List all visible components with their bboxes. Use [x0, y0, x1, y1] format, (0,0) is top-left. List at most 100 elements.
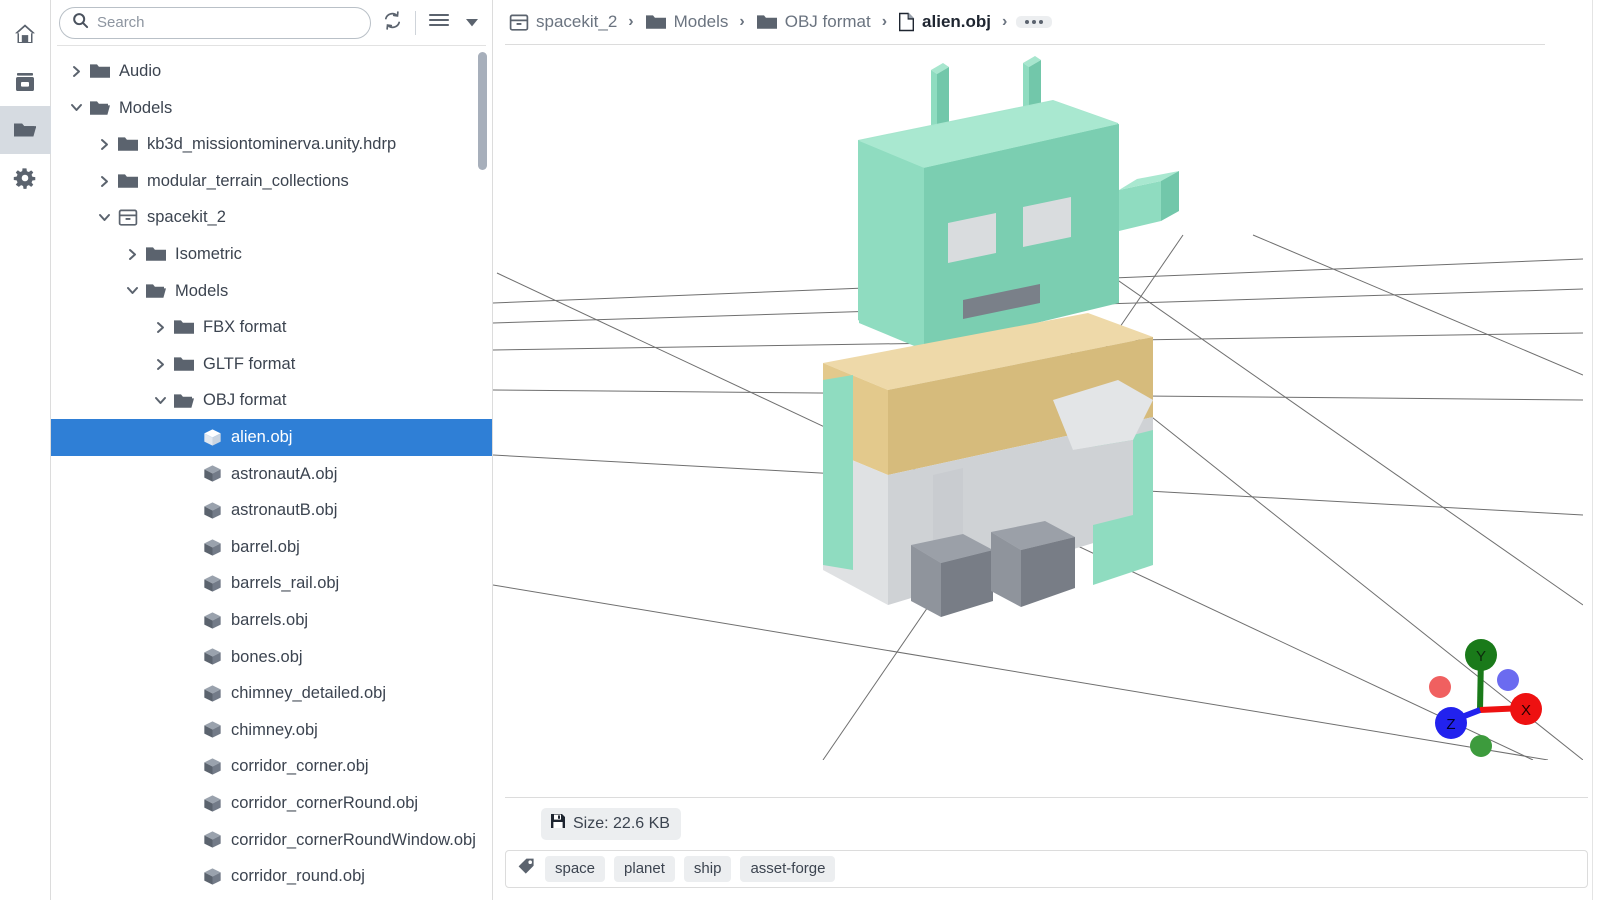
breadcrumb-item[interactable]: alien.obj: [894, 9, 995, 35]
menu-dropdown-button[interactable]: [460, 14, 484, 32]
model-viewport-3d[interactable]: Y X Z: [493, 45, 1600, 797]
breadcrumb-label: Models: [673, 12, 729, 31]
tree-row-label: corridor_cornerRoundWindow.obj: [231, 830, 476, 849]
gizmo-neg-x-dot: [1429, 676, 1451, 698]
chevron-right-icon[interactable]: [149, 358, 171, 371]
tree-row[interactable]: astronautA.obj: [51, 456, 492, 493]
model-cube-icon: [199, 611, 225, 630]
tree-row-label: modular_terrain_collections: [147, 171, 349, 190]
refresh-button[interactable]: [377, 8, 407, 38]
model-cube-icon: [199, 867, 225, 886]
tree-row[interactable]: corridor_corner.obj: [51, 748, 492, 785]
tree-row-label: Audio: [119, 62, 162, 81]
breadcrumb-item[interactable]: spacekit_2: [505, 9, 621, 35]
tree-row[interactable]: OBJ format: [51, 382, 492, 419]
tree-row-label: kb3d_missiontominerva.unity.hdrp: [147, 135, 397, 154]
tag-chip[interactable]: ship: [683, 856, 732, 882]
rail-item-settings[interactable]: [0, 154, 51, 202]
tree-row-label: barrels.obj: [231, 610, 309, 629]
rail-item-files[interactable]: [0, 106, 51, 154]
search-icon: [72, 12, 89, 34]
model-cube-icon: [199, 428, 225, 447]
tree-row[interactable]: modular_terrain_collections: [51, 163, 492, 200]
svg-text:Z: Z: [1446, 716, 1455, 733]
chevron-down-icon[interactable]: [65, 102, 87, 113]
chevron-right-icon[interactable]: [93, 175, 115, 188]
folder-open-icon: [171, 392, 197, 410]
toolbar-divider: [415, 10, 416, 35]
tree-row[interactable]: corridor_cornerRoundWindow.obj: [51, 821, 492, 858]
breadcrumb-label: spacekit_2: [536, 12, 618, 31]
tree-row-label: corridor_round.obj: [231, 867, 365, 886]
tag-chip[interactable]: asset-forge: [740, 856, 836, 882]
tag-chip[interactable]: space: [545, 856, 606, 882]
breadcrumb[interactable]: spacekit_2 › Models › OBJ format › alien.ob…: [493, 0, 1600, 44]
tree-row[interactable]: barrels.obj: [51, 602, 492, 639]
model-cube-icon: [199, 464, 225, 483]
folder-closed-icon: [171, 318, 197, 336]
tree-row-label: Isometric: [175, 245, 242, 264]
tree-row-label: corridor_cornerRound.obj: [231, 793, 419, 812]
model-cube-icon: [199, 501, 225, 520]
breadcrumb-separator: ›: [881, 13, 888, 30]
tree-row[interactable]: Audio: [51, 53, 492, 90]
model-cube-icon: [199, 684, 225, 703]
gear-icon: [13, 166, 37, 190]
tree-row[interactable]: corridor_round.obj: [51, 858, 492, 895]
tag-icon: [517, 857, 536, 881]
sidebar-scrollbar-thumb[interactable]: [478, 52, 487, 170]
alien-head: [859, 101, 1179, 350]
asset-tree[interactable]: Audio Models kb3d_missiontominerva.unity…: [51, 46, 492, 900]
tree-row[interactable]: corridor_cornerRound.obj: [51, 785, 492, 822]
tree-row-label: barrels_rail.obj: [231, 574, 340, 593]
svg-text:Y: Y: [1476, 648, 1486, 665]
chevron-right-icon[interactable]: [93, 138, 115, 151]
model-cube-icon: [199, 720, 225, 739]
main-scrollbar[interactable]: [1592, 0, 1600, 900]
folder-closed-icon: [87, 62, 113, 80]
tree-row-label: bones.obj: [231, 647, 303, 666]
tree-row[interactable]: GLTF format: [51, 346, 492, 383]
size-badge: Size: 22.6 KB: [541, 808, 681, 840]
breadcrumb-separator: ›: [1002, 13, 1008, 30]
tree-row[interactable]: Isometric: [51, 236, 492, 273]
tree-row[interactable]: astronautB.obj: [51, 492, 492, 529]
tree-row[interactable]: spacekit_2: [51, 199, 492, 236]
tree-row[interactable]: barrels_rail.obj: [51, 565, 492, 602]
tree-row-label: spacekit_2: [147, 208, 226, 227]
size-label: Size: 22.6 KB: [573, 814, 670, 832]
rail-item-home[interactable]: [0, 10, 51, 58]
tree-row-selected[interactable]: alien.obj: [51, 418, 492, 456]
search-box[interactable]: [59, 6, 371, 39]
tree-row[interactable]: chimney.obj: [51, 712, 492, 749]
chevron-right-icon[interactable]: [121, 248, 143, 261]
tree-row[interactable]: Models: [51, 273, 492, 310]
tag-chip[interactable]: planet: [614, 856, 675, 882]
tree-row-label: FBX format: [203, 318, 287, 337]
menu-button[interactable]: [424, 8, 454, 38]
tree-row-label: Models: [119, 98, 173, 117]
tree-row[interactable]: bones.obj: [51, 639, 492, 676]
archive-icon: [13, 70, 37, 94]
chevron-right-icon[interactable]: [149, 321, 171, 334]
breadcrumb-item[interactable]: OBJ format: [752, 9, 875, 35]
tree-row-label: chimney_detailed.obj: [231, 684, 387, 703]
search-input[interactable]: [97, 14, 358, 31]
chevron-right-icon[interactable]: [65, 65, 87, 78]
breadcrumb-item[interactable]: Models: [641, 9, 733, 35]
file-icon: [898, 12, 915, 32]
tree-row-label: alien.obj: [231, 427, 293, 446]
folder-closed-icon: [645, 13, 667, 31]
chevron-down-icon[interactable]: [121, 285, 143, 296]
breadcrumb-more-button[interactable]: [1016, 16, 1053, 28]
tree-row[interactable]: FBX format: [51, 309, 492, 346]
rail-item-archive[interactable]: [0, 58, 51, 106]
folder-icon: [12, 118, 38, 142]
viewport-canvas: Y X Z: [493, 56, 1583, 760]
tree-row[interactable]: Models: [51, 90, 492, 127]
tree-row[interactable]: chimney_detailed.obj: [51, 675, 492, 712]
tree-row[interactable]: kb3d_missiontominerva.unity.hdrp: [51, 126, 492, 163]
chevron-down-icon[interactable]: [93, 212, 115, 223]
chevron-down-icon[interactable]: [149, 395, 171, 406]
tree-row[interactable]: barrel.obj: [51, 529, 492, 566]
